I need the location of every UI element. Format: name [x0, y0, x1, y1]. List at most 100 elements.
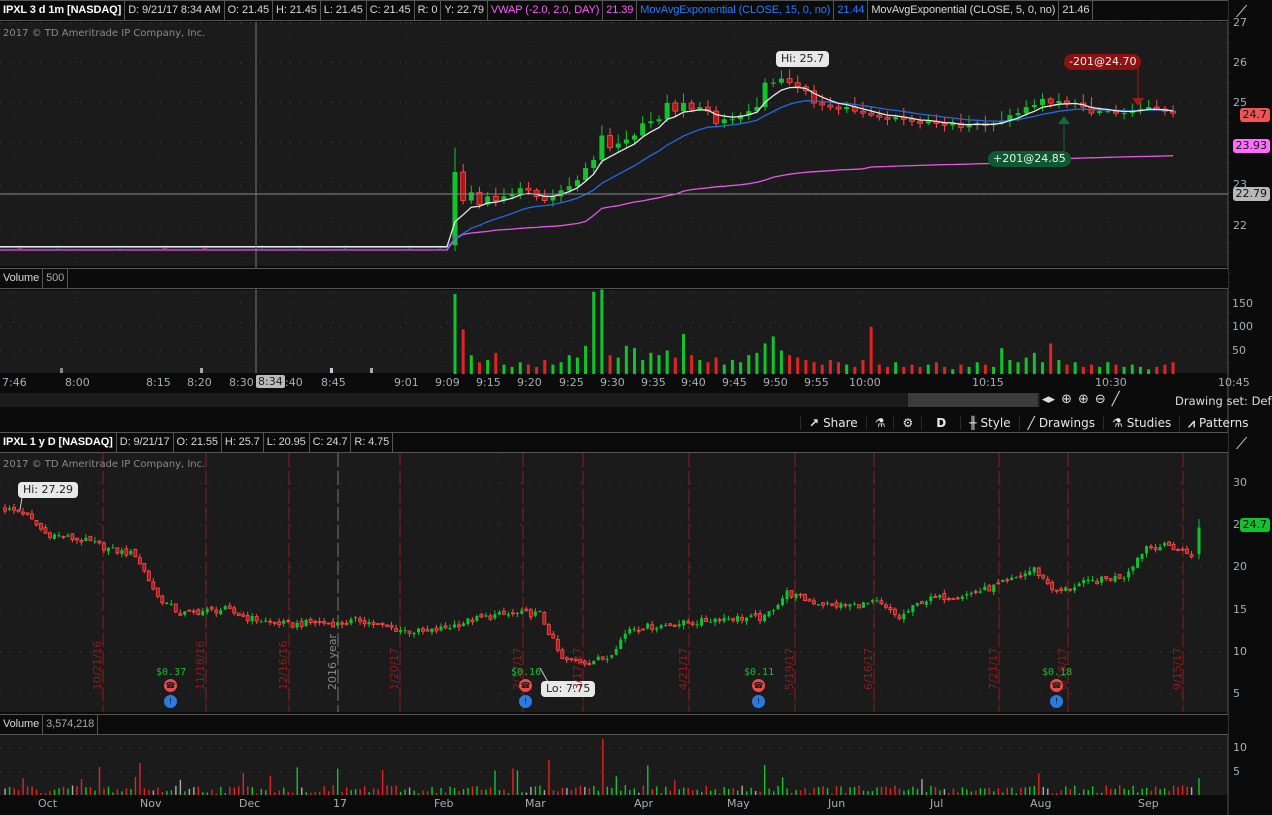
volume-bar	[107, 786, 110, 795]
top-symbol[interactable]: IPXL 3 d 1m [NASDAQ]	[0, 1, 126, 20]
daily-candle	[268, 620, 273, 623]
scrollbar-thumb[interactable]	[908, 393, 1038, 407]
volume-bar	[710, 790, 712, 795]
zoom-in-icon[interactable]: ⊕	[1078, 392, 1089, 407]
volume-bar	[997, 788, 1000, 795]
bottom-symbol[interactable]: IPXL 1 y D [NASDAQ]	[0, 433, 117, 452]
daily-candle	[1086, 579, 1090, 582]
earnings-phone-icon[interactable]: ☎	[752, 679, 765, 692]
volume-bar	[395, 785, 397, 795]
share-button[interactable]: ↗ Share	[800, 416, 866, 430]
volume-value: 500	[43, 269, 69, 288]
volume-bar	[1114, 788, 1116, 795]
month-axis-label: Oct	[38, 797, 58, 810]
daily-candle	[493, 614, 497, 619]
sell-order-marker[interactable]: -201@24.70	[1064, 54, 1142, 70]
volume-bar	[835, 786, 838, 795]
studies-flask-button[interactable]: ⚗	[865, 416, 894, 430]
zoom-out-icon[interactable]: ⊖	[1095, 392, 1106, 407]
volume-bar	[754, 791, 757, 795]
volume-bar	[869, 327, 873, 374]
chart-settings-icon[interactable]: ⟋	[1236, 434, 1247, 454]
volume-bar	[301, 787, 303, 795]
pan-icon[interactable]: ◂▸	[1042, 392, 1055, 407]
daily-candle	[555, 638, 560, 651]
buy-order-marker[interactable]: +201@24.85	[988, 151, 1071, 167]
daily-candle	[416, 628, 420, 633]
draw-line-icon[interactable]: ╱	[1112, 392, 1120, 407]
top-price-pane	[0, 22, 1228, 266]
corporate-action-icon[interactable]: !	[1050, 695, 1063, 708]
volume-bar	[417, 793, 420, 795]
volume-bar	[260, 788, 262, 795]
earnings-phone-icon[interactable]: ☎	[1050, 679, 1063, 692]
volume-bar	[584, 786, 586, 795]
corporate-action-icon[interactable]: !	[752, 695, 765, 708]
volume-bar	[1123, 788, 1125, 795]
timeframe-button[interactable]: D	[921, 416, 960, 430]
volume-bar	[804, 788, 806, 795]
daily-candle	[52, 534, 56, 539]
ema15-label[interactable]: MovAvgExponential (CLOSE, 15, 0, no)	[637, 1, 835, 20]
ema5-label[interactable]: MovAvgExponential (CLOSE, 5, 0, no)	[868, 1, 1060, 20]
daily-candle	[178, 613, 183, 616]
patterns-button[interactable]: ⩘ Patterns	[1179, 415, 1256, 431]
intraday-candle	[509, 194, 515, 197]
daily-candle	[1180, 548, 1185, 551]
horizontal-scrollbar[interactable]	[0, 393, 1040, 407]
pencil-line-icon: ╱	[1027, 416, 1035, 430]
volume-bar	[1008, 359, 1012, 374]
daily-candle	[66, 535, 70, 537]
daily-candle	[1054, 589, 1059, 592]
daily-candle	[700, 618, 704, 626]
drawing-set-selector[interactable]: Drawing set: Defau	[1175, 394, 1272, 408]
corporate-action-icon[interactable]: !	[519, 695, 532, 708]
volume-bar	[820, 364, 824, 374]
daily-candle	[227, 605, 232, 609]
settings-button[interactable]: ⚙	[893, 416, 921, 430]
intraday-candle	[688, 102, 695, 110]
price-axis-label: 15	[1233, 603, 1247, 616]
intraday-candle	[819, 102, 826, 106]
volume-bar	[94, 790, 96, 795]
daily-candle	[394, 628, 398, 632]
daily-candle	[264, 620, 268, 622]
volume-bar	[1105, 785, 1107, 795]
daily-candle	[596, 656, 600, 661]
daily-candle	[789, 590, 794, 598]
daily-candle	[385, 624, 389, 627]
daily-candle	[960, 596, 964, 599]
earnings-phone-icon[interactable]: ☎	[519, 679, 532, 692]
daily-candle	[501, 610, 506, 615]
volume-bar	[229, 786, 231, 795]
volume-bar	[1171, 362, 1175, 374]
daily-candle	[520, 610, 524, 615]
daily-candle	[929, 596, 933, 602]
volume-bar	[579, 785, 582, 795]
charts-canvas[interactable]	[0, 0, 1272, 815]
earnings-phone-icon[interactable]: ☎	[164, 679, 177, 692]
drawings-button[interactable]: ╱ Drawings	[1018, 416, 1103, 430]
volume-bar	[641, 359, 645, 374]
volume-bar	[651, 789, 653, 795]
drawings-label: Drawings	[1038, 416, 1095, 430]
studies-button[interactable]: ⚗ Studies	[1102, 416, 1179, 430]
daily-candle	[897, 615, 902, 620]
volume-bar	[1198, 778, 1200, 795]
volume-bar	[975, 790, 977, 795]
daily-candle	[1082, 580, 1086, 584]
vwap-label[interactable]: VWAP (-2.0, 2.0, DAY)	[488, 1, 604, 20]
corporate-action-icon[interactable]: !	[164, 695, 177, 708]
intraday-candle	[492, 195, 499, 201]
expiration-date-label: 12/16/16	[277, 640, 290, 690]
volume-bar	[467, 788, 469, 795]
bottom-range: R: 4.75	[351, 433, 394, 452]
volume-bar	[840, 786, 842, 795]
daily-candle	[399, 630, 403, 633]
month-axis-label: Apr	[634, 797, 654, 810]
crosshair-icon[interactable]: ⊕	[1061, 392, 1072, 407]
volume-bar	[719, 793, 721, 795]
daily-candle	[57, 535, 61, 537]
daily-candle	[196, 609, 201, 615]
style-button[interactable]: ╫ Style	[960, 416, 1018, 430]
